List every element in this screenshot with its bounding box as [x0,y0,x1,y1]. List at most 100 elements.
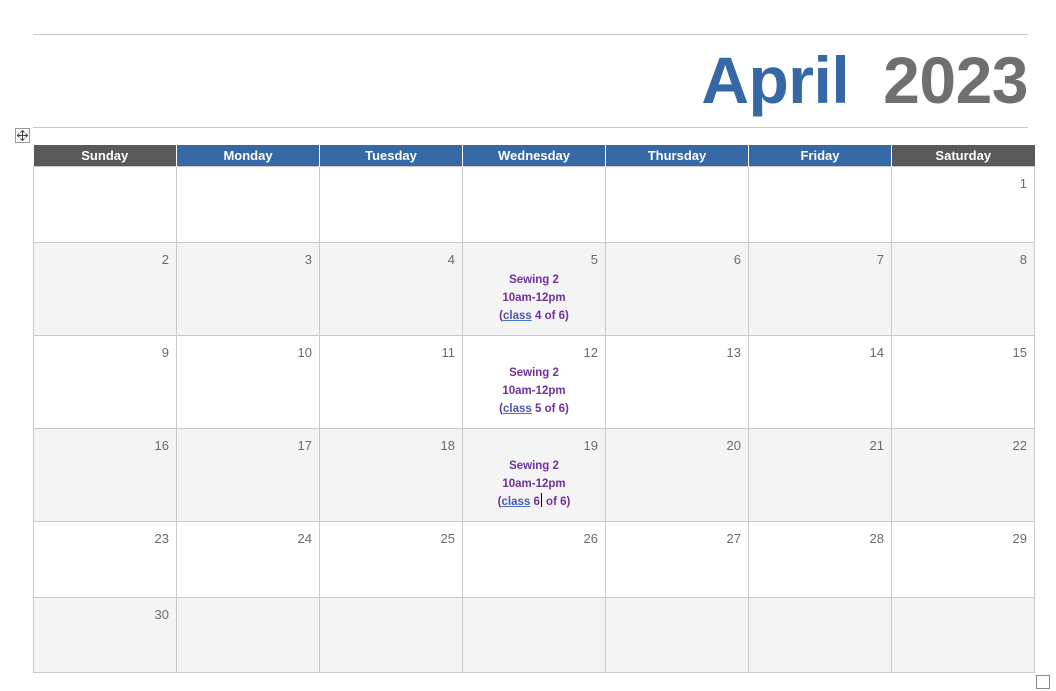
day-cell[interactable]: 1 [891,166,1035,243]
day-cell[interactable]: 19 Sewing 2 10am-12pm (class 6 of 6) [462,428,606,522]
day-cell[interactable]: 17 [176,428,320,522]
day-number [177,167,319,194]
week-row-4: 16 17 18 19 Sewing 2 10am-12pm (class 6 … [33,428,1035,522]
day-cell[interactable]: 12 Sewing 2 10am-12pm (class 5 of 6) [462,335,606,429]
day-cell[interactable]: 9 [33,335,177,429]
day-number: 28 [869,531,884,546]
table-move-handle[interactable] [15,128,30,143]
day-cell[interactable] [176,166,320,243]
day-number [320,598,462,625]
day-cell[interactable] [33,166,177,243]
header-thursday: Thursday [605,145,749,167]
day-cell[interactable]: 7 [748,242,892,336]
table-resize-handle[interactable] [1036,675,1050,689]
day-number: 13 [726,345,741,360]
day-number: 22 [1012,438,1027,453]
header-friday: Friday [748,145,892,167]
day-cell[interactable]: 23 [33,521,177,598]
day-cell[interactable]: 14 [748,335,892,429]
day-cell[interactable]: 10 [176,335,320,429]
day-cell[interactable] [319,597,463,673]
day-cell[interactable]: 11 [319,335,463,429]
event-note: (class 6 of 6) [463,493,605,511]
four-arrows-move-icon [17,130,28,141]
day-number: 11 [441,345,456,360]
day-cell[interactable] [605,597,749,673]
day-cell[interactable]: 24 [176,521,320,598]
day-cell[interactable] [748,597,892,673]
day-number: 7 [876,252,884,267]
day-cell[interactable]: 28 [748,521,892,598]
day-cell[interactable] [176,597,320,673]
month-title: April [701,43,850,117]
day-number: 14 [869,345,884,360]
day-cell[interactable]: 4 [319,242,463,336]
day-cell[interactable]: 16 [33,428,177,522]
event-class-word: class [501,496,531,508]
week-row-6: 30 [33,597,1035,673]
calendar-grid: Sunday Monday Tuesday Wednesday Thursday… [33,145,1035,673]
day-number [177,598,319,625]
day-cell[interactable]: 27 [605,521,749,598]
day-number: 4 [447,252,455,267]
calendar-title: April 2023 [701,44,1028,116]
day-number [749,598,891,625]
day-cell[interactable]: 18 [319,428,463,522]
event-note: (class 4 of 6) [499,310,569,322]
day-cell[interactable] [748,166,892,243]
day-cell[interactable] [605,166,749,243]
day-cell[interactable] [462,166,606,243]
day-number: 9 [161,345,169,360]
event-title: Sewing 2 [509,274,559,286]
day-cell[interactable] [891,597,1035,673]
day-cell[interactable]: 13 [605,335,749,429]
day-number: 18 [440,438,455,453]
day-cell[interactable]: 29 [891,521,1035,598]
day-cell[interactable]: 22 [891,428,1035,522]
day-cell[interactable]: 15 [891,335,1035,429]
text-cursor [540,493,542,507]
header-sunday: Sunday [33,145,177,167]
day-number: 1 [1019,176,1027,191]
day-number [892,598,1034,625]
day-number [463,598,605,625]
header-wednesday: Wednesday [462,145,606,167]
day-cell[interactable]: 20 [605,428,749,522]
day-cell[interactable]: 26 [462,521,606,598]
event-note: (class 5 of 6) [499,403,569,415]
year-title: 2023 [883,43,1028,117]
header-tuesday: Tuesday [319,145,463,167]
event-sewing-class-6[interactable]: Sewing 2 10am-12pm (class 6 of 6) [463,457,605,511]
day-number: 21 [869,438,884,453]
day-number: 6 [733,252,741,267]
day-number: 27 [726,531,741,546]
event-sewing-class-4[interactable]: Sewing 2 10am-12pm (class 4 of 6) [463,271,605,325]
day-cell[interactable]: 5 Sewing 2 10am-12pm (class 4 of 6) [462,242,606,336]
day-cell[interactable]: 25 [319,521,463,598]
event-time: 10am-12pm [502,385,566,397]
day-cell[interactable]: 30 [33,597,177,673]
week-row-1: 1 [33,166,1035,243]
day-cell[interactable] [462,597,606,673]
day-cell[interactable]: 6 [605,242,749,336]
week-row-3: 9 10 11 12 Sewing 2 10am-12pm (class 5 o… [33,335,1035,429]
day-cell[interactable]: 2 [33,242,177,336]
day-number: 25 [440,531,455,546]
event-class-word: class [503,310,532,322]
day-number: 10 [297,345,312,360]
day-number [606,167,748,194]
day-number: 2 [161,252,169,267]
day-number: 17 [297,438,312,453]
day-number [606,598,748,625]
event-sewing-class-5[interactable]: Sewing 2 10am-12pm (class 5 of 6) [463,364,605,418]
day-cell[interactable]: 3 [176,242,320,336]
day-cell[interactable] [319,166,463,243]
day-number: 30 [154,607,169,622]
day-number: 19 [583,438,598,453]
day-cell[interactable]: 8 [891,242,1035,336]
day-cell[interactable]: 21 [748,428,892,522]
day-number: 12 [583,345,598,360]
event-class-word: class [503,403,532,415]
header-monday: Monday [176,145,320,167]
day-number: 29 [1012,531,1027,546]
